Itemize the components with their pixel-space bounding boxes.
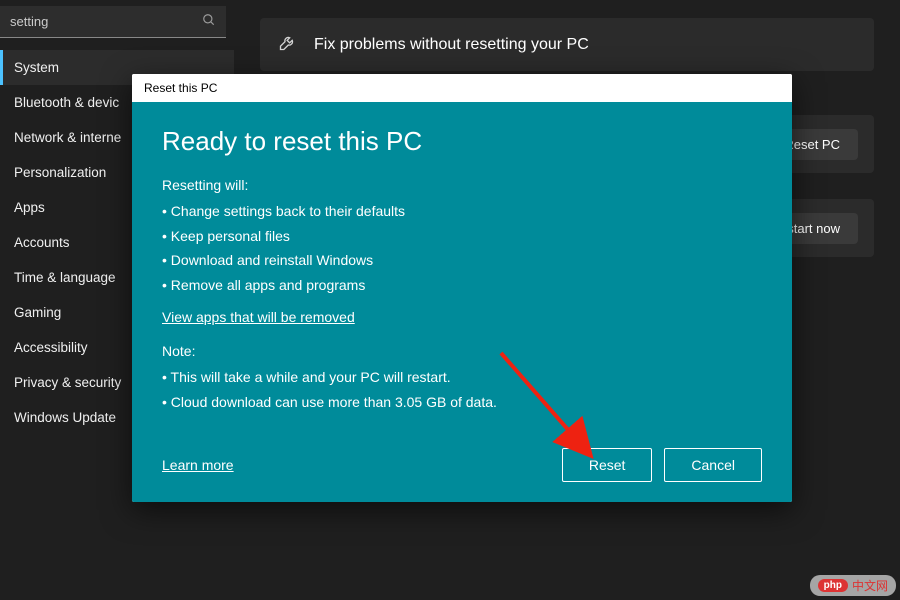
- sidebar-item-label: Network & interne: [14, 130, 121, 145]
- resetting-label: Resetting will:: [162, 177, 762, 193]
- dialog-heading: Ready to reset this PC: [162, 126, 762, 157]
- dialog-title: Reset this PC: [132, 74, 792, 102]
- note-label: Note:: [162, 343, 762, 359]
- sidebar-item-label: Personalization: [14, 165, 106, 180]
- wrench-icon: [278, 32, 298, 57]
- dialog-body: Ready to reset this PC Resetting will: C…: [132, 102, 792, 502]
- sidebar-item-label: Privacy & security: [14, 375, 121, 390]
- search-icon: [202, 13, 216, 30]
- watermark-brand: php: [818, 579, 848, 592]
- list-item: Keep personal files: [162, 224, 762, 249]
- sidebar-item-label: Time & language: [14, 270, 116, 285]
- note-list: This will take a while and your PC will …: [162, 365, 762, 414]
- list-item: Download and reinstall Windows: [162, 248, 762, 273]
- sidebar-item-label: Gaming: [14, 305, 61, 320]
- fix-tile-label: Fix problems without resetting your PC: [314, 36, 589, 54]
- reset-button[interactable]: Reset: [562, 448, 653, 482]
- reset-list: Change settings back to their defaults K…: [162, 199, 762, 297]
- sidebar-item-label: Windows Update: [14, 410, 116, 425]
- sidebar-item-label: Accessibility: [14, 340, 88, 355]
- list-item: Change settings back to their defaults: [162, 199, 762, 224]
- sidebar-item-label: Bluetooth & devic: [14, 95, 119, 110]
- cancel-button[interactable]: Cancel: [664, 448, 762, 482]
- sidebar-item-label: System: [14, 60, 59, 75]
- watermark: php 中文网: [810, 575, 896, 596]
- search-text: setting: [10, 14, 48, 29]
- list-item: Cloud download can use more than 3.05 GB…: [162, 390, 762, 415]
- learn-more-link[interactable]: Learn more: [162, 457, 234, 473]
- sidebar-item-label: Accounts: [14, 235, 70, 250]
- list-item: This will take a while and your PC will …: [162, 365, 762, 390]
- watermark-text: 中文网: [852, 577, 888, 594]
- search-input[interactable]: setting: [0, 6, 226, 38]
- list-item: Remove all apps and programs: [162, 273, 762, 298]
- sidebar-item-label: Apps: [14, 200, 45, 215]
- fix-problems-tile[interactable]: Fix problems without resetting your PC: [260, 18, 874, 71]
- reset-pc-dialog: Reset this PC Ready to reset this PC Res…: [132, 74, 792, 502]
- dialog-footer: Learn more Reset Cancel: [162, 448, 762, 482]
- view-apps-link[interactable]: View apps that will be removed: [162, 309, 355, 325]
